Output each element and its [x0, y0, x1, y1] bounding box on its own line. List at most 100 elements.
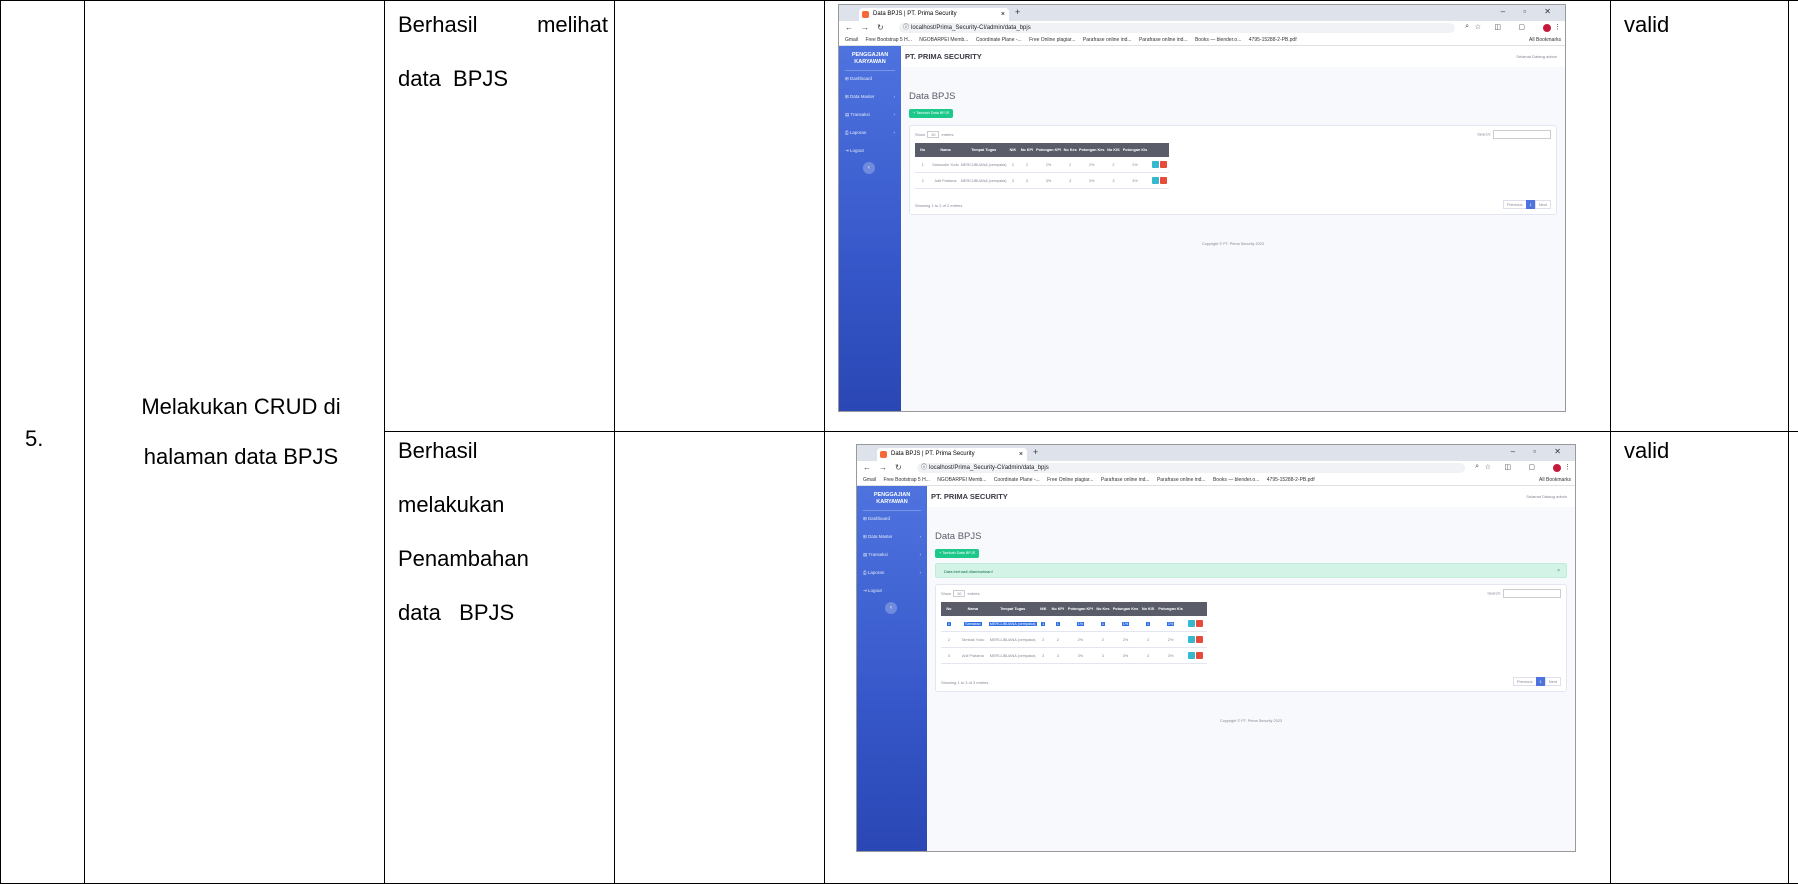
bookmark[interactable]: Free Online plagiar... — [1029, 35, 1075, 45]
user-greeting[interactable]: Selamat Datang admin — [1526, 494, 1567, 499]
all-bookmarks[interactable]: All Bookmarks — [1529, 35, 1561, 45]
column-header[interactable]: No Kes — [1062, 143, 1078, 157]
delete-icon[interactable] — [1159, 161, 1167, 168]
search-input[interactable] — [1493, 130, 1551, 139]
bookmark[interactable]: Coordinate Plane -... — [994, 475, 1040, 485]
delete-icon[interactable] — [1196, 652, 1204, 659]
new-tab-button[interactable]: + — [1033, 447, 1038, 457]
close-icon[interactable]: × — [1001, 8, 1005, 21]
sidebar-item-data-master[interactable]: ⊞ Data Master › — [845, 94, 899, 100]
column-header[interactable]: Potongan Kis — [1121, 143, 1149, 157]
bookmark[interactable]: Parafrase online ind... — [1139, 35, 1188, 45]
delete-icon[interactable] — [1196, 620, 1204, 627]
column-header[interactable]: NIK — [1006, 143, 1020, 157]
entries-select[interactable]: 10 — [953, 590, 966, 597]
menu-icon[interactable]: ⋮ — [1554, 23, 1561, 31]
sidepanel-icon[interactable]: ▢ — [1528, 463, 1535, 471]
close-icon[interactable]: × — [1557, 564, 1560, 579]
column-header[interactable]: No KPI — [1019, 143, 1035, 157]
sidebar-item-transaksi[interactable]: ▤ Transaksi › — [863, 552, 925, 558]
bookmark[interactable]: 4795-15288-2-PB.pdf — [1267, 475, 1315, 485]
edit-icon[interactable] — [1188, 636, 1196, 643]
add-bpjs-button[interactable]: + Tambah Data BPJS — [935, 549, 980, 558]
column-header[interactable]: Tempat Tugas — [988, 602, 1037, 616]
back-icon[interactable]: ← — [845, 23, 853, 32]
column-header[interactable]: Potongan Kes — [1077, 143, 1106, 157]
column-header[interactable]: Potongan KPI — [1065, 602, 1095, 616]
column-header[interactable]: No KIS — [1105, 143, 1122, 157]
edit-icon[interactable] — [1151, 177, 1159, 184]
extensions-icon[interactable]: ◫ — [1504, 463, 1511, 471]
sidebar-item-dashboard[interactable]: ⊞ Dashboard — [863, 516, 917, 522]
column-header[interactable]: No — [941, 602, 957, 616]
menu-icon[interactable]: ⋮ — [1564, 463, 1571, 471]
profile-avatar[interactable] — [1553, 464, 1561, 472]
search-input[interactable] — [1503, 589, 1561, 598]
next-page-button[interactable]: Next — [1544, 677, 1561, 686]
bookmark[interactable]: Books — blender.o... — [1213, 475, 1259, 485]
close-icon[interactable]: × — [1019, 448, 1023, 461]
url-input[interactable]: ⓘ localhost/Prima_Security-CI/admin/data_… — [917, 463, 1465, 473]
column-header[interactable] — [1185, 602, 1207, 616]
url-input[interactable]: ⓘ localhost/Prima_Security-CI/admin/data_… — [899, 23, 1455, 33]
column-header[interactable]: Nama — [930, 143, 961, 157]
column-header[interactable]: No — [915, 143, 931, 157]
column-header[interactable]: Potongan KPI — [1034, 143, 1063, 157]
bookmark[interactable]: NGOBARPEI Memb... — [919, 35, 968, 45]
browser-tab[interactable]: Data BPJS | PT. Prima Security × — [877, 448, 1027, 461]
column-header[interactable]: Potongan Kis — [1156, 602, 1186, 616]
bookmark[interactable]: Free Bootstrap 5 H... — [883, 475, 929, 485]
sidebar-item-data-master[interactable]: ⊞ Data Master › — [863, 534, 925, 540]
bookmark[interactable]: Books — blender.o... — [1195, 35, 1241, 45]
window-controls[interactable]: – ▫ ✕ — [1511, 447, 1569, 456]
browser-tab[interactable]: Data BPJS | PT. Prima Security × — [859, 8, 1009, 21]
zoom-icon[interactable]: ⌕ — [1475, 463, 1479, 471]
prev-page-button[interactable]: Previous — [1512, 677, 1537, 686]
sidebar-item-transaksi[interactable]: ▤ Transaksi › — [845, 112, 899, 118]
bookmark[interactable]: Gmail — [863, 475, 876, 485]
forward-icon[interactable]: → — [861, 23, 869, 32]
column-header[interactable]: Nama — [956, 602, 989, 616]
new-tab-button[interactable]: + — [1015, 7, 1020, 17]
sidebar-brand[interactable]: PENGGAJIAN KARYAWAN — [839, 52, 901, 66]
bookmark[interactable]: NGOBARPEI Memb... — [937, 475, 986, 485]
column-header[interactable] — [1149, 143, 1170, 157]
star-icon[interactable]: ☆ — [1475, 23, 1481, 31]
column-header[interactable]: Potongan Kes — [1110, 602, 1141, 616]
sidebar-item-laporan[interactable]: ⎙ Laporan › — [845, 130, 899, 136]
sidebar-toggle-button[interactable]: ‹ — [863, 162, 875, 174]
reload-icon[interactable]: ↻ — [877, 23, 884, 32]
next-page-button[interactable]: Next — [1534, 200, 1551, 209]
sidebar-toggle-button[interactable]: ‹ — [885, 602, 897, 614]
reload-icon[interactable]: ↻ — [895, 463, 902, 472]
bookmark[interactable]: Parafrase online ind... — [1157, 475, 1206, 485]
bookmark[interactable]: Gmail — [845, 35, 858, 45]
back-icon[interactable]: ← — [863, 463, 871, 472]
column-header[interactable]: Tempat Tugas — [960, 143, 1007, 157]
sidebar-item-logout[interactable]: ⇥ Logout — [863, 588, 917, 594]
add-bpjs-button[interactable]: + Tambah Data BPJS — [909, 109, 954, 118]
bookmark[interactable]: Parafrase online ind... — [1101, 475, 1150, 485]
star-icon[interactable]: ☆ — [1485, 463, 1491, 471]
bookmark[interactable]: Free Bootstrap 5 H... — [865, 35, 911, 45]
delete-icon[interactable] — [1159, 177, 1167, 184]
extensions-icon[interactable]: ◫ — [1494, 23, 1501, 31]
profile-avatar[interactable] — [1543, 24, 1551, 32]
zoom-icon[interactable]: ⌕ — [1465, 23, 1469, 31]
sidebar-item-logout[interactable]: ⇥ Logout — [845, 148, 899, 154]
entries-select[interactable]: 10 — [927, 131, 940, 138]
forward-icon[interactable]: → — [879, 463, 887, 472]
column-header[interactable]: No KPI — [1049, 602, 1066, 616]
prev-page-button[interactable]: Previous — [1502, 200, 1527, 209]
column-header[interactable]: No KIS — [1140, 602, 1157, 616]
user-greeting[interactable]: Selamat Datang admin — [1516, 54, 1557, 59]
sidebar-item-laporan[interactable]: ⎙ Laporan › — [863, 570, 925, 576]
sidepanel-icon[interactable]: ▢ — [1518, 23, 1525, 31]
sidebar-brand[interactable]: PENGGAJIAN KARYAWAN — [857, 492, 927, 506]
bookmark[interactable]: Parafrase online ind... — [1083, 35, 1132, 45]
edit-icon[interactable] — [1151, 161, 1159, 168]
edit-icon[interactable] — [1188, 620, 1196, 627]
column-header[interactable]: NIK — [1036, 602, 1050, 616]
delete-icon[interactable] — [1196, 636, 1204, 643]
column-header[interactable]: No Kes — [1094, 602, 1111, 616]
